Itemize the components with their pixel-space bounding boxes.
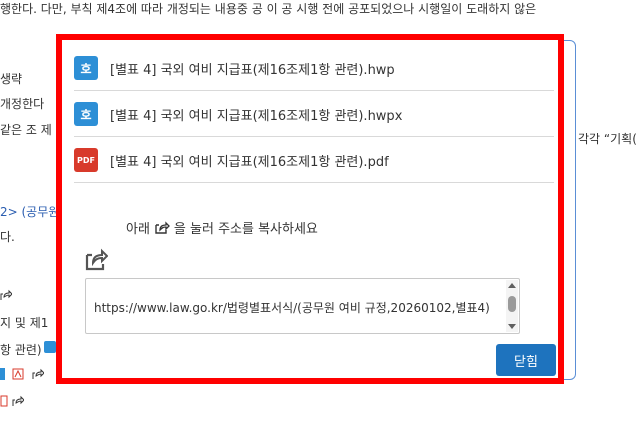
file-download-hwp[interactable]: 호 [별표 4] 국외 여비 지급표(제16조제1항 관련).hwp bbox=[74, 46, 554, 91]
pdf-icon[interactable] bbox=[12, 368, 24, 380]
background-line: 다. bbox=[0, 230, 15, 244]
url-text: https://www.law.go.kr/법령별표서식/(공무원 여비 규정,… bbox=[94, 301, 490, 315]
file-name-label: [별표 4] 국외 여비 지급표(제16조제1항 관련).hwp bbox=[110, 62, 395, 78]
hwp-icon[interactable] bbox=[0, 368, 5, 380]
url-scrollbar[interactable] bbox=[506, 280, 518, 332]
background-line: 지 및 제1 bbox=[0, 316, 49, 330]
hwp-icon[interactable] bbox=[44, 341, 56, 353]
background-link[interactable]: 2> (공무원 bbox=[0, 203, 59, 220]
download-popup: 호 [별표 4] 국외 여비 지급표(제16조제1항 관련).hwp 호 [별표… bbox=[56, 34, 564, 384]
scroll-up-arrow-icon[interactable] bbox=[508, 283, 516, 288]
background-line: 개정한다 bbox=[0, 97, 45, 111]
pdf-icon[interactable] bbox=[0, 395, 12, 407]
share-icon[interactable] bbox=[0, 289, 12, 301]
file-download-hwpx[interactable]: 호 [별표 4] 국외 여비 지급표(제16조제1항 관련).hwpx bbox=[74, 92, 554, 137]
scroll-thumb[interactable] bbox=[508, 296, 516, 312]
background-line: 같은 조 제 bbox=[0, 123, 52, 137]
file-name-label: [별표 4] 국외 여비 지급표(제16조제1항 관련).pdf bbox=[110, 154, 389, 170]
share-icon[interactable] bbox=[12, 395, 24, 407]
hwp-icon: 호 bbox=[74, 56, 98, 80]
copy-instruction-before: 아래 bbox=[126, 222, 150, 237]
close-button[interactable]: 닫힘 bbox=[496, 344, 556, 376]
background-line: 생략 bbox=[0, 72, 23, 86]
share-icon bbox=[155, 220, 170, 234]
file-download-pdf[interactable]: PDF [별표 4] 국외 여비 지급표(제16조제1항 관련).pdf bbox=[74, 138, 554, 183]
scroll-down-arrow-icon[interactable] bbox=[508, 324, 516, 329]
background-top-text: 행한다. 다만, 부칙 제4조에 따라 개정되는 내용중 공 이 공 시행 전에… bbox=[0, 2, 537, 16]
pdf-icon: PDF bbox=[74, 148, 98, 172]
url-textarea[interactable]: https://www.law.go.kr/법령별표서식/(공무원 여비 규정,… bbox=[85, 278, 520, 334]
share-copy-icon[interactable] bbox=[84, 248, 108, 272]
background-line: 항 관련) bbox=[0, 343, 42, 357]
share-icon[interactable] bbox=[32, 368, 44, 380]
file-name-label: [별표 4] 국외 여비 지급표(제16조제1항 관련).hwpx bbox=[110, 108, 403, 124]
background-line: 각각 “기획( bbox=[578, 132, 637, 146]
copy-instruction: 아래 을 눌러 주소를 복사하세요 bbox=[126, 218, 318, 237]
copy-instruction-after: 을 눌러 주소를 복사하세요 bbox=[173, 222, 318, 237]
hwp-icon: 호 bbox=[74, 102, 98, 126]
